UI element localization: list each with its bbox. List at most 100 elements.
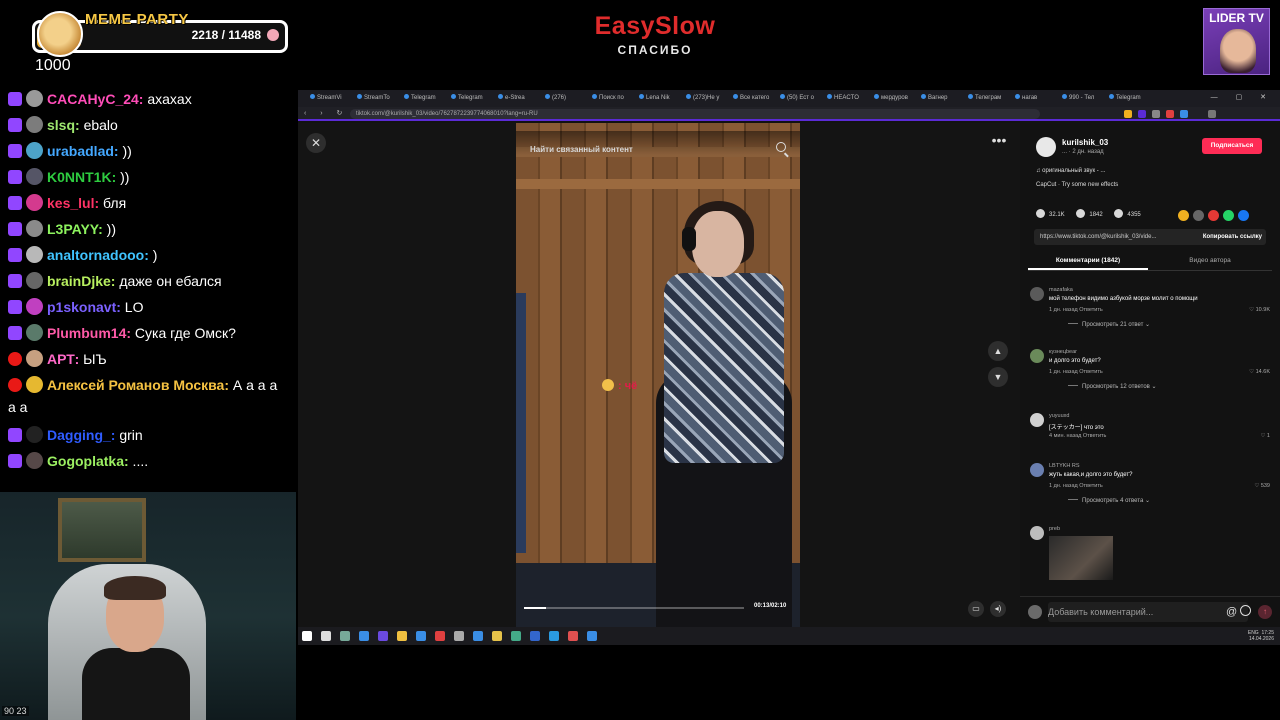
commenter-name[interactable]: mazafaka [1049,287,1073,293]
chat-username[interactable]: slsq: [47,117,80,133]
taskbar-app-icon[interactable] [454,631,464,641]
share-icon[interactable] [1178,210,1189,221]
taskbar-app-icon[interactable] [511,631,521,641]
browser-tab[interactable]: (276) [545,93,587,104]
taskbar-app-icon[interactable] [416,631,426,641]
close-icon[interactable]: ✕ [306,133,326,153]
commenter-name[interactable]: LBTYKH RS [1049,463,1080,469]
commenter-avatar[interactable] [1030,349,1044,363]
chat-username[interactable]: CACAHyC_24: [47,91,143,107]
browser-tab[interactable]: (50) Ест о [780,93,822,104]
tab-comments[interactable]: Комментарии (1842) [1028,257,1148,270]
window-controls[interactable]: — ▢ ✕ [1211,93,1274,101]
commenter-name[interactable]: yuyuuxd [1049,413,1070,419]
sound-link[interactable]: ♫ оригинальный звук - ... [1036,168,1105,174]
send-icon[interactable] [1208,210,1219,221]
chat-username[interactable]: Алексей Романов Москва: [47,377,229,393]
comment-image[interactable] [1049,536,1113,580]
comment-meta[interactable]: 1 дн. назад Ответить [1049,369,1103,375]
browser-tab[interactable]: Вагнер [921,93,963,104]
author-avatar[interactable] [1036,137,1056,157]
follow-button[interactable]: Подписаться [1202,138,1262,154]
mention-icon[interactable]: @ [1226,602,1237,622]
taskbar-app-icon[interactable] [492,631,502,641]
taskbar-app-icon[interactable] [473,631,483,641]
browser-tab[interactable]: нагав [1015,93,1057,104]
comment-likes[interactable]: ♡ 10.9K [1249,307,1270,313]
browser-tab[interactable]: Все катего [733,93,775,104]
extension-icon[interactable] [1152,110,1160,118]
view-replies-link[interactable]: Просмотреть 21 ответ ⌄ [1068,321,1150,328]
comment-meta[interactable]: 1 дн. назад Ответить [1049,483,1103,489]
embed-icon[interactable] [1193,210,1204,221]
taskbar-app-icon[interactable] [530,631,540,641]
effect-link[interactable]: CapCut · Try some new effects [1036,182,1118,188]
taskbar-app-icon[interactable] [397,631,407,641]
video-link-box[interactable]: https://www.tiktok.com/@kurilshik_03/vid… [1034,229,1266,245]
taskbar-app-icon[interactable] [435,631,445,641]
chat-username[interactable]: АРТ: [47,351,79,367]
comment-likes[interactable]: ♡ 539 [1254,483,1270,489]
chat-username[interactable]: Gogoplatka: [47,453,129,469]
extension-icon[interactable] [1180,110,1188,118]
chat-username[interactable]: Dagging_: [47,427,115,443]
commenter-name[interactable]: preb [1049,526,1060,532]
chat-username[interactable]: Plumbum14: [47,325,131,341]
nav-buttons[interactable]: ‹ › ↻ [304,109,348,117]
chat-username[interactable]: brainDjke: [47,273,115,289]
browser-tab[interactable]: Telegram [404,93,446,104]
start-icon[interactable] [302,631,312,641]
browser-tab[interactable]: Телеграм [968,93,1010,104]
facebook-icon[interactable] [1238,210,1249,221]
emoji-icon[interactable] [1240,605,1251,616]
comment-meta[interactable]: 4 мин. назад Ответить [1049,433,1106,439]
comment-meta[interactable]: 1 дн. назад Ответить [1049,307,1103,313]
taskbar-app-icon[interactable] [549,631,559,641]
send-arrow-icon[interactable]: ↑ [1258,605,1272,619]
commenter-avatar[interactable] [1030,287,1044,301]
browser-tab[interactable]: 990 - Тел [1062,93,1104,104]
comment-icon[interactable] [1076,209,1086,218]
video-progress-bar[interactable] [524,607,744,609]
bookmark-icon[interactable] [1114,209,1124,218]
search-icon[interactable] [321,631,331,641]
system-tray[interactable]: ENG 17:25 14.04.2026 [1248,630,1274,642]
whatsapp-icon[interactable] [1223,210,1234,221]
commenter-avatar[interactable] [1030,413,1044,427]
browser-tab[interactable]: мердуров [874,93,916,104]
taskbar-app-icon[interactable] [568,631,578,641]
browser-tab[interactable]: HEACTO [827,93,869,104]
heart-icon[interactable] [1036,209,1045,218]
browser-tab[interactable]: Telegram [1109,93,1151,104]
volume-icon[interactable]: ◂) [990,601,1006,617]
commenter-name[interactable]: кузнецbear [1049,349,1077,355]
comment-likes[interactable]: ♡ 14.6K [1249,369,1270,375]
chevron-up-icon[interactable]: ▲ [988,341,1008,361]
address-bar[interactable]: tiktok.com/@kurilshik_03/video/762787223… [350,109,1040,119]
browser-tab[interactable]: (273)Не у [686,93,728,104]
taskbar-app-icon[interactable] [340,631,350,641]
tab-author-videos[interactable]: Видео автора [1150,257,1270,264]
taskbar-app-icon[interactable] [587,631,597,641]
captions-icon[interactable]: ▭ [968,601,984,617]
menu-icon[interactable] [1208,110,1216,118]
author-username[interactable]: kurilshik_03 [1062,138,1108,147]
view-replies-link[interactable]: Просмотреть 4 ответа ⌄ [1068,497,1150,504]
view-replies-link[interactable]: Просмотреть 12 ответов ⌄ [1068,383,1157,390]
commenter-avatar[interactable] [1030,463,1044,477]
chat-username[interactable]: K0NNT1K: [47,169,116,185]
taskbar-app-icon[interactable] [378,631,388,641]
browser-tab[interactable]: StreamTo [357,93,399,104]
taskbar-app-icon[interactable] [359,631,369,641]
browser-tab[interactable]: StreamVi [310,93,352,104]
more-options-icon[interactable]: ••• [988,133,1010,151]
browser-tab[interactable]: Поиск по [592,93,634,104]
browser-tab[interactable]: Telegram [451,93,493,104]
comment-likes[interactable]: ♡ 1 [1260,433,1270,439]
copy-link-button[interactable]: Копировать ссылку [1203,229,1262,245]
tiktok-video[interactable]: Найти связанный контент : чё 00:13/02:10 [516,123,800,627]
chat-username[interactable]: L3PAYY: [47,221,103,237]
comment-input[interactable]: Добавить комментарий... @ [1048,602,1251,622]
browser-tab[interactable]: Lena Nik [639,93,681,104]
extension-icon[interactable] [1166,110,1174,118]
